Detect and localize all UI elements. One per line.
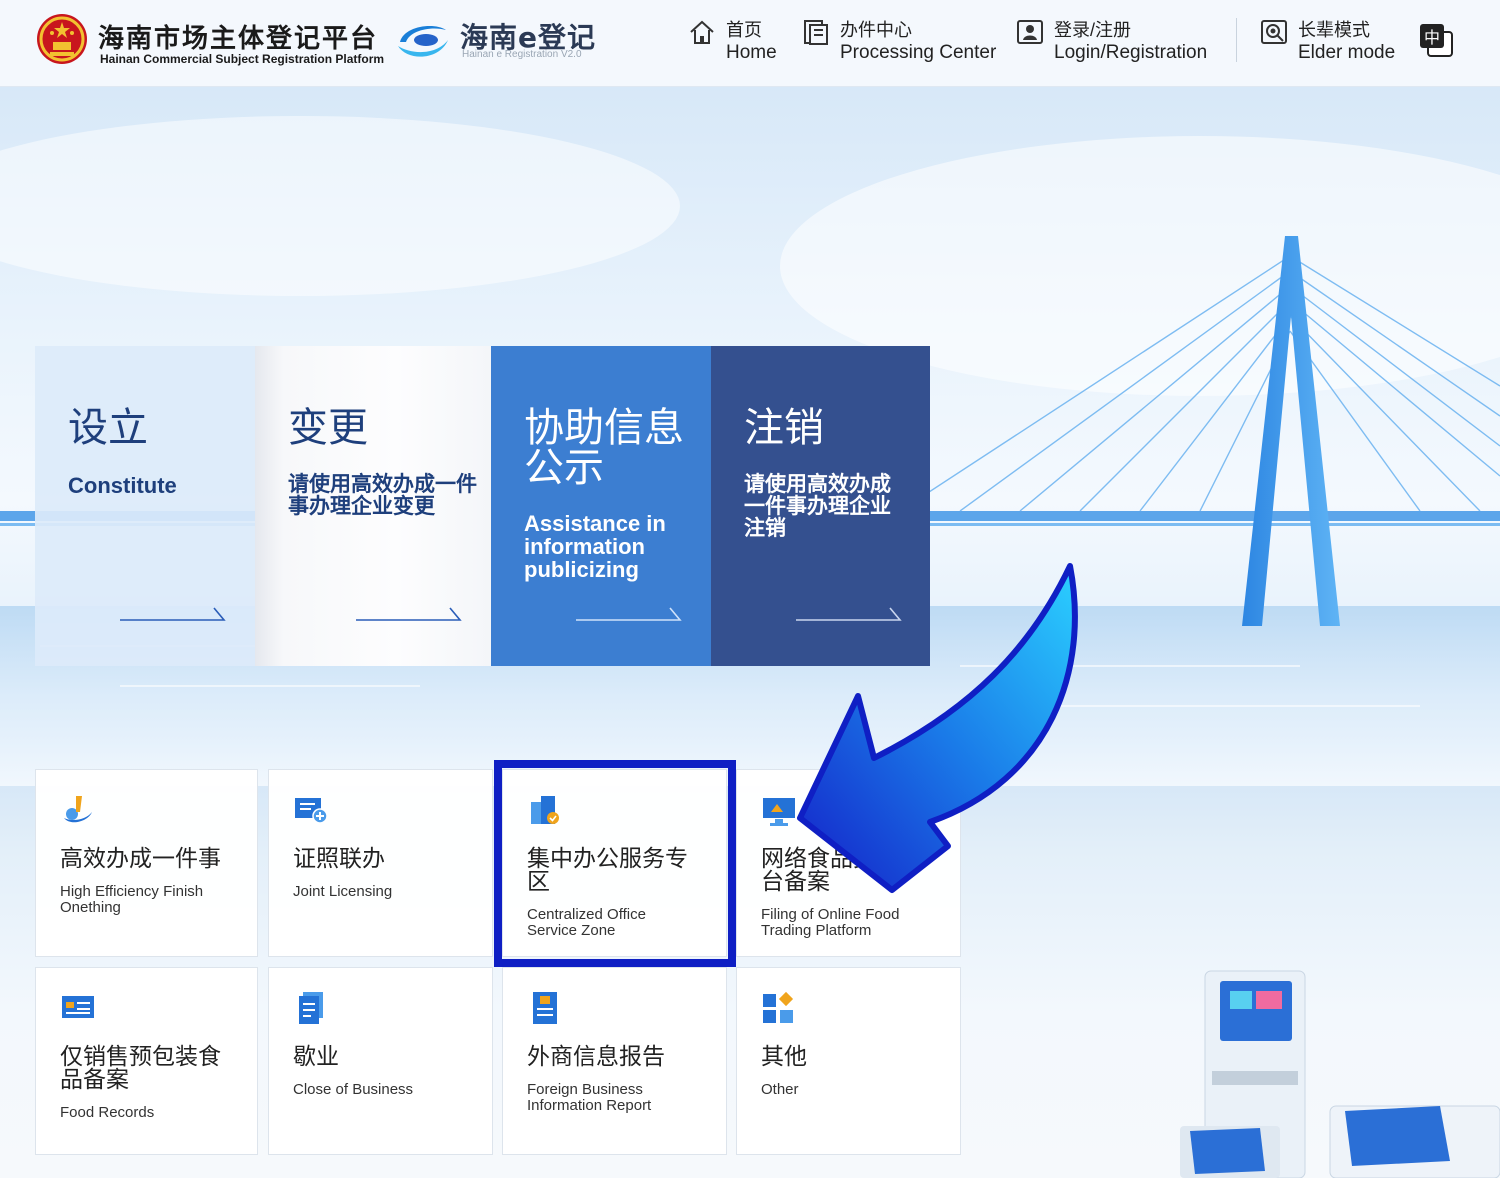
nav-elder-mode[interactable]: 长辈模式 Elder mode: [1260, 14, 1400, 70]
arrow-right-icon: [356, 607, 462, 621]
efficiency-icon: [64, 796, 92, 823]
card-food-records[interactable]: 仅销售预包装食品备案 Food Records: [35, 967, 258, 1155]
monitor-icon: [763, 798, 795, 826]
card-close-of-business[interactable]: 歇业 Close of Business: [268, 967, 493, 1155]
card-foreign-report-title: 外商信息报告: [527, 1044, 665, 1070]
tile-cancellation[interactable]: 注销 请使用高效办成一件事办理企业注销: [711, 346, 930, 666]
nav-home-label-en: Home: [726, 42, 777, 63]
tile-information-publicizing[interactable]: 协助信息公示 Assistance in information publici…: [491, 346, 711, 666]
tile-cancel-subtitle: 请使用高效办成一件事办理企业注销: [744, 473, 891, 540]
card-high-efficiency[interactable]: 高效办成一件事 High Efficiency Finish Onething: [35, 769, 258, 957]
card-other[interactable]: 其他 Other: [736, 967, 961, 1155]
card-centralized-office-title: 集中办公服务专区: [527, 846, 688, 895]
language-icon: 中: [1420, 24, 1453, 57]
nav-divider: [1236, 18, 1237, 62]
tile-info-title: 协助信息公示: [524, 405, 684, 491]
card-other-subtitle: Other: [761, 1081, 799, 1098]
brand-title-cn: 海南市场主体登记平台: [98, 24, 379, 54]
elder-mode-icon: [1261, 20, 1287, 44]
nav-login-registration[interactable]: 登录/注册 Login/Registration: [1016, 14, 1226, 70]
card-joint-licensing-title: 证照联办: [293, 846, 385, 872]
card-other-title: 其他: [761, 1044, 807, 1070]
card-centralized-office[interactable]: 集中办公服务专区 Centralized Office Service Zone: [502, 769, 727, 957]
tile-constitute[interactable]: 设立 Constitute: [35, 346, 255, 666]
tile-constitute-subtitle: Constitute: [68, 473, 177, 498]
e-registration-logo-icon: [398, 26, 448, 57]
grid-icon: [763, 991, 794, 1023]
nav-elder-label-cn: 长辈模式: [1298, 20, 1370, 40]
tile-change[interactable]: 变更 请使用高效办成一件事办理企业变更: [255, 346, 491, 666]
card-food-records-subtitle: Food Records: [60, 1104, 155, 1121]
tile-change-title: 变更: [288, 405, 368, 451]
arrow-right-icon: [796, 607, 902, 621]
nav-elder-label-en: Elder mode: [1298, 42, 1396, 63]
card-efficiency-subtitle: High Efficiency Finish Onething: [60, 883, 204, 916]
license-icon: [295, 798, 328, 824]
card-centralized-office-subtitle: Centralized Office Service Zone: [527, 906, 646, 939]
nav-processing-label-cn: 办件中心: [840, 20, 912, 40]
national-emblem-icon: [37, 14, 87, 64]
home-icon: [690, 20, 714, 44]
arrow-right-icon: [576, 607, 682, 621]
brand-title-en: Hainan Commercial Subject Registration P…: [100, 52, 385, 66]
nav-home[interactable]: 首页 Home: [688, 14, 788, 70]
office-building-icon: [531, 796, 559, 824]
nav-login-label-en: Login/Registration: [1054, 42, 1208, 63]
close-business-icon: [299, 992, 323, 1024]
nav-processing-label-en: Processing Center: [840, 42, 997, 63]
card-foreign-business-report[interactable]: 外商信息报告 Foreign Business Information Repo…: [502, 967, 727, 1155]
card-online-food-title: 网络食品交易平台备案: [761, 846, 922, 895]
tile-constitute-title: 设立: [68, 405, 148, 451]
tile-cancel-title: 注销: [744, 405, 824, 451]
arrow-right-icon: [120, 607, 226, 621]
nav-processing-center[interactable]: 办件中心 Processing Center: [802, 14, 1002, 70]
report-icon: [533, 992, 557, 1024]
nav-login-label-cn: 登录/注册: [1054, 20, 1132, 40]
document-icon: [804, 20, 828, 45]
card-food-records-title: 仅销售预包装食品备案: [60, 1044, 221, 1093]
card-online-food-subtitle: Filing of Online Food Trading Platform: [761, 906, 900, 939]
nav-home-label-cn: 首页: [726, 20, 762, 40]
card-close-business-title: 歇业: [293, 1044, 339, 1070]
card-joint-licensing[interactable]: 证照联办 Joint Licensing: [268, 769, 493, 957]
tile-info-subtitle: Assistance in information publicizing: [524, 511, 666, 582]
tile-change-subtitle: 请使用高效办成一件事办理企业变更: [288, 473, 477, 518]
card-foreign-report-subtitle: Foreign Business Information Report: [527, 1081, 652, 1114]
card-close-business-subtitle: Close of Business: [293, 1081, 414, 1098]
language-switch-button[interactable]: 中: [1418, 22, 1454, 58]
top-header: 海南市场主体登记平台 Hainan Commercial Subject Reg…: [0, 0, 1500, 87]
user-card-icon: [1017, 20, 1043, 44]
card-joint-licensing-subtitle: Joint Licensing: [293, 883, 393, 900]
e-registration-title-en: Hainan e Registration V2.0: [462, 49, 582, 60]
card-efficiency-title: 高效办成一件事: [60, 846, 221, 872]
language-label: 中: [1424, 28, 1440, 47]
food-record-icon: [62, 996, 94, 1018]
card-online-food-platform[interactable]: 网络食品交易平台备案 Filing of Online Food Trading…: [736, 769, 961, 957]
kiosk-illustration: [1180, 970, 1500, 1178]
